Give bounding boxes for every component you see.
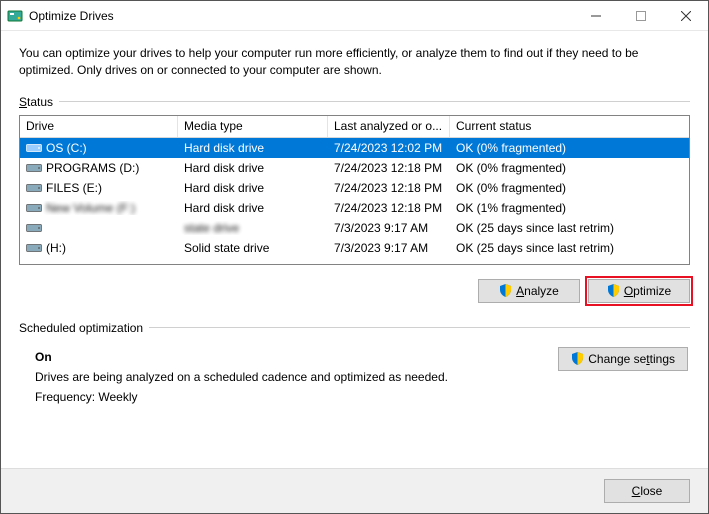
- table-row[interactable]: PROGRAMS (D:) Hard disk drive 7/24/2023 12…: [20, 158, 689, 178]
- drive-icon: [26, 222, 42, 234]
- drive-icon: [26, 162, 42, 174]
- table-row[interactable]: OS (C:) Hard disk drive 7/24/2023 12:02 PM…: [20, 138, 689, 158]
- window-controls: [573, 1, 708, 30]
- drive-status: OK (0% fragmented): [450, 141, 689, 155]
- titlebar: Optimize Drives: [1, 1, 708, 31]
- optimize-drives-window: Optimize Drives You can optimize your dr…: [0, 0, 709, 514]
- drive-last: 7/24/2023 12:18 PM: [328, 201, 450, 215]
- drive-status: OK (25 days since last retrim): [450, 221, 689, 235]
- divider: [149, 327, 690, 328]
- drive-status: OK (0% fragmented): [450, 161, 689, 175]
- drive-media: Hard disk drive: [184, 161, 264, 175]
- schedule-section-label: Scheduled optimization: [19, 321, 690, 335]
- change-settings-button[interactable]: Change settings: [558, 347, 688, 371]
- schedule-label-text: Scheduled optimization: [19, 321, 143, 335]
- drive-icon: [26, 202, 42, 214]
- drive-media: Hard disk drive: [184, 141, 264, 155]
- optimize-label: Optimize: [624, 284, 671, 298]
- drive-icon: [26, 182, 42, 194]
- drive-media: Hard disk drive: [184, 201, 264, 215]
- status-section-label: Status: [19, 95, 690, 109]
- table-row[interactable]: state drive 7/3/2023 9:17 AMOK (25 days s…: [20, 218, 689, 238]
- divider: [59, 101, 690, 102]
- shield-icon: [607, 284, 620, 297]
- table-row[interactable]: FILES (E:) Hard disk drive 7/24/2023 12:18…: [20, 178, 689, 198]
- drive-last: 7/24/2023 12:18 PM: [328, 181, 450, 195]
- status-label-text: Status: [19, 95, 53, 109]
- analyze-button[interactable]: Analyze: [478, 279, 580, 303]
- drive-icon: [26, 142, 42, 154]
- schedule-state: On: [35, 347, 558, 367]
- drive-last: 7/24/2023 12:18 PM: [328, 161, 450, 175]
- table-header: Drive Media type Last analyzed or o... C…: [20, 116, 689, 138]
- footer: Close: [1, 468, 708, 513]
- drive-media: state drive: [184, 221, 239, 235]
- app-icon: [7, 8, 23, 24]
- drive-last: 7/3/2023 9:17 AM: [328, 221, 450, 235]
- drive-name: New Volume (F:): [46, 201, 135, 215]
- table-row[interactable]: New Volume (F:) Hard disk drive 7/24/2023 …: [20, 198, 689, 218]
- table-row[interactable]: (H:) Solid state drive 7/3/2023 9:17 AMOK …: [20, 238, 689, 258]
- drive-media: Hard disk drive: [184, 181, 264, 195]
- close-dialog-button[interactable]: Close: [604, 479, 690, 503]
- drive-name: PROGRAMS (D:): [46, 161, 139, 175]
- column-status[interactable]: Current status: [450, 116, 689, 137]
- drive-icon: [26, 242, 42, 254]
- drive-status: OK (25 days since last retrim): [450, 241, 689, 255]
- drive-name: (H:): [46, 241, 66, 255]
- window-title: Optimize Drives: [29, 9, 573, 23]
- minimize-button[interactable]: [573, 1, 618, 30]
- column-last[interactable]: Last analyzed or o...: [328, 116, 450, 137]
- drive-status: OK (0% fragmented): [450, 181, 689, 195]
- drive-media: Solid state drive: [184, 241, 269, 255]
- column-media[interactable]: Media type: [178, 116, 328, 137]
- change-settings-label: Change settings: [588, 352, 675, 366]
- schedule-body: On Drives are being analyzed on a schedu…: [19, 341, 690, 408]
- content-area: You can optimize your drives to help you…: [1, 31, 708, 468]
- shield-icon: [499, 284, 512, 297]
- maximize-button[interactable]: [618, 1, 663, 30]
- schedule-frequency: Frequency: Weekly: [35, 387, 558, 407]
- drive-name: OS (C:): [46, 141, 87, 155]
- drives-table: Drive Media type Last analyzed or o... C…: [19, 115, 690, 265]
- close-label: Close: [632, 484, 663, 498]
- table-body: OS (C:) Hard disk drive 7/24/2023 12:02 PM…: [20, 138, 689, 258]
- action-buttons: Analyze Optimize: [19, 279, 690, 303]
- description-text: You can optimize your drives to help you…: [19, 45, 690, 79]
- column-drive[interactable]: Drive: [20, 116, 178, 137]
- close-button[interactable]: [663, 1, 708, 30]
- optimize-button[interactable]: Optimize: [588, 279, 690, 303]
- schedule-description: Drives are being analyzed on a scheduled…: [35, 367, 558, 387]
- drive-last: 7/24/2023 12:02 PM: [328, 141, 450, 155]
- drive-last: 7/3/2023 9:17 AM: [328, 241, 450, 255]
- drive-status: OK (1% fragmented): [450, 201, 689, 215]
- shield-icon: [571, 352, 584, 365]
- analyze-label: Analyze: [516, 284, 559, 298]
- drive-name: FILES (E:): [46, 181, 102, 195]
